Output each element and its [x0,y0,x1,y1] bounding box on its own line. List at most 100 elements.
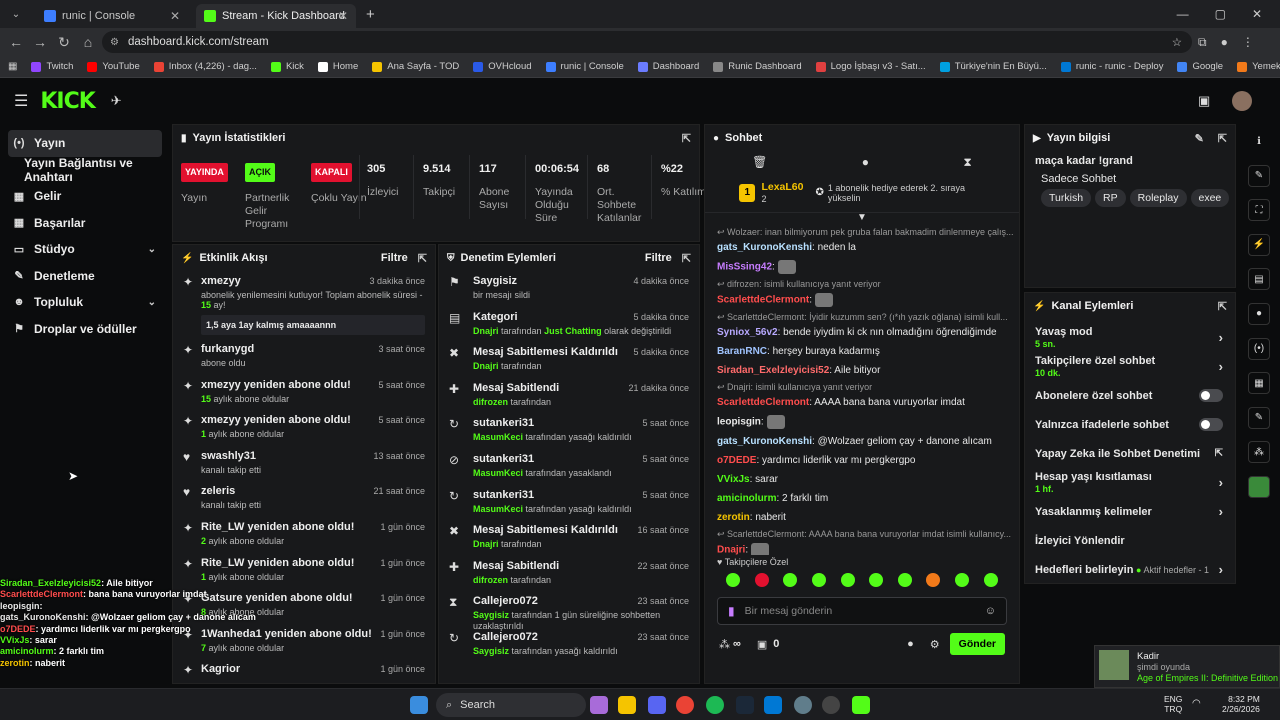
activity-item[interactable]: ✦ xmezyy yeniden abone oldu! 1 aylık abone… [173,410,435,446]
obs-icon[interactable] [822,696,840,714]
community-icon[interactable]: ⁂ [1248,441,1270,464]
kick-logo[interactable]: KICK [40,89,95,114]
bookmark-item[interactable]: runic | Console [545,61,624,72]
popout-icon[interactable]: ⇱ [1218,300,1227,313]
channel-action-row[interactable]: Yapay Zeka ile Sohbet Denetimi ⇱ [1025,439,1235,468]
browser-tab-active[interactable]: Stream - Kick Dashboard ✕ [196,4,356,28]
bookmark-item[interactable]: Yemek - Trendyol Go [1237,61,1280,72]
channel-action-row[interactable]: Yasaklanmış kelimeler › [1025,497,1235,526]
chevron-down-icon[interactable]: ⌄ [148,297,156,308]
reply-context[interactable]: ↩ Dnajri: isimli kullanıcıya yanıt veriy… [705,380,1019,393]
moderation-item[interactable]: ✚ Mesaj Sabitlendi difrozen tarafından 21 d… [439,378,699,414]
moderation-item[interactable]: ⧗ Callejero072 Saygisiz tarafından 1 gün s… [439,591,699,631]
emote-icon[interactable] [726,573,741,587]
copilot-icon[interactable] [590,696,608,714]
chat-icon[interactable]: ● [1248,302,1270,325]
activity-item[interactable]: ♥ swashly31 kanalı takip etti 13 saat önce [173,446,435,482]
moderation-item[interactable]: ⚑ Saygisiz bir mesajı sildi 4 dakika önce [439,271,699,307]
spotify-icon[interactable] [706,696,724,714]
reply-context[interactable]: ↩ difrozen: isimli kullanıcıya yanıt ver… [705,277,1019,290]
chat-message[interactable]: VVixJs: sarar [705,470,1019,489]
chat-username[interactable]: ScarlettdeClermont [717,295,809,306]
sidebar-item[interactable]: ⚑ Droplar ve ödüller [0,316,170,343]
popout-icon[interactable]: ⇱ [1218,132,1227,145]
chevron-right-icon[interactable]: › [1219,359,1223,374]
menu-icon[interactable]: ⋮ [1242,35,1254,50]
site-info-icon[interactable]: ⚙ [110,37,119,48]
bookmark-star-icon[interactable]: ☆ [1172,35,1182,49]
window-controls[interactable]: — ▢ ✕ [1177,7,1262,21]
emote-icon[interactable] [869,573,884,587]
chat-username[interactable]: VVixJs [717,474,750,485]
bookmark-item[interactable]: Ana Sayfa - TOD [372,61,459,72]
chevron-down-icon[interactable]: ⌄ [148,244,156,255]
emote-icon[interactable] [897,573,912,587]
activity-item[interactable]: ✦ xmezyy yeniden abone oldu! 15 aylık abon… [173,375,435,411]
start-icon[interactable] [410,696,428,714]
bookmark-item[interactable]: Dashboard [637,61,699,72]
stream-tag[interactable]: Turkish [1041,189,1092,207]
moderation-item[interactable]: ↻ Callejero072 Saygisiz tarafından yasağı … [439,627,699,663]
chat-username[interactable]: gats_KuronoKenshi [717,436,812,447]
game-notification[interactable]: Kadir şimdi oyunda Age of Empires II: De… [1094,645,1280,688]
external-link-icon[interactable]: ⇱ [1215,448,1223,459]
pin-icon[interactable]: ▼ [705,213,1019,223]
stream-tag[interactable]: RP [1095,189,1126,207]
maximize-icon[interactable]: ▢ [1215,7,1226,21]
chat-bubble-icon[interactable]: ● [862,155,869,169]
bookmark-item[interactable]: Runic Dashboard [713,61,802,72]
chevron-right-icon[interactable]: › [1219,562,1223,577]
chat-message[interactable]: gats_KuronoKenshi: @Wolzaer geliom çay +… [705,432,1019,451]
vscode-icon[interactable] [764,696,782,714]
extensions-icon[interactable]: ⧉ [1198,35,1207,50]
bookmark-item[interactable]: Türkiye'nin En Büyü... [939,61,1047,72]
taskbar-search[interactable]: ⌕ Search [436,693,586,717]
info-icon[interactable]: ℹ [1248,130,1270,152]
chat-message[interactable]: amicinolurm: 2 farklı tim [705,489,1019,508]
reply-context[interactable]: ↩ Wolzaer: inan bilmiyorum pek gruba fal… [705,225,1019,238]
moderation-item[interactable]: ↻ sutankeri31 MasumKeci tarafından yasağı … [439,485,699,521]
bookmark-item[interactable]: OVHcloud [473,61,532,72]
channel-action-row[interactable]: İzleyici Yönlendir [1025,526,1235,555]
reply-context[interactable]: ↩ ScarlettdeClermont: İyidir kuzumm sen?… [705,310,1019,323]
emote-icon[interactable] [812,573,827,587]
apps-icon[interactable]: ▦ [8,61,17,72]
home-icon[interactable]: ⌂ [76,34,100,50]
bookmark-item[interactable]: Twitch [31,61,73,72]
chat-bubble-icon[interactable]: ● [907,638,914,650]
emote-icon[interactable] [926,573,941,587]
sidebar-item[interactable]: ☻ Topluluk ⌄ [0,289,170,316]
chat-username[interactable]: Dnajri [717,545,745,555]
channel-action-row[interactable]: Yalnızca ifadelerle sohbet [1025,410,1235,439]
wifi-icon[interactable]: ◠ [1192,698,1201,709]
sidebar-item[interactable]: (•) Yayın [8,130,162,157]
profile-icon[interactable]: ● [1221,35,1228,50]
wrench-icon[interactable]: ✎ [1248,406,1270,429]
chat-username[interactable]: BaranRNC [717,346,767,357]
mic-icon[interactable]: ▮ [728,604,735,618]
chat-username[interactable]: Siradan_Exelzleyicisi52 [717,365,829,376]
file-explorer-icon[interactable] [618,696,636,714]
bookmark-item[interactable]: runic - runic - Deploy [1060,61,1163,72]
sidebar-item[interactable]: ▭ Stüdyo ⌄ [0,236,170,263]
bookmark-item[interactable]: Home [317,61,358,72]
chat-username[interactable]: zerotin [717,512,750,523]
close-tab-icon[interactable]: ✕ [338,9,348,23]
points-icon[interactable]: ⁂ [719,638,730,651]
url-field[interactable]: ⚙ dashboard.kick.com/stream ☆ [102,31,1192,53]
document-icon[interactable]: ▤ [1248,268,1270,291]
chevron-right-icon[interactable]: › [1219,475,1223,490]
lightning-icon[interactable]: ⚡ [1248,233,1270,256]
app-icon[interactable] [794,696,812,714]
chat-message[interactable]: Syniox_56v2: bende iyiydim ki ck nın olm… [705,323,1019,342]
channel-action-row[interactable]: Yavaş mod 5 sn. › [1025,323,1235,352]
user-avatar[interactable] [1232,91,1252,111]
steam-icon[interactable] [736,696,754,714]
browser-tab[interactable]: runic | Console ✕ [36,4,188,28]
chat-message[interactable]: gats_KuronoKenshi: neden la [705,238,1019,257]
emote-icon[interactable] [840,573,855,587]
forward-icon[interactable]: → [28,34,52,50]
emoji-icon[interactable]: ☺ [985,605,996,617]
activity-item[interactable]: ✦ xmezyy abonelik yenilemesini kutluyor! T… [173,271,435,339]
layout-icon[interactable]: ▦ [1248,372,1270,395]
